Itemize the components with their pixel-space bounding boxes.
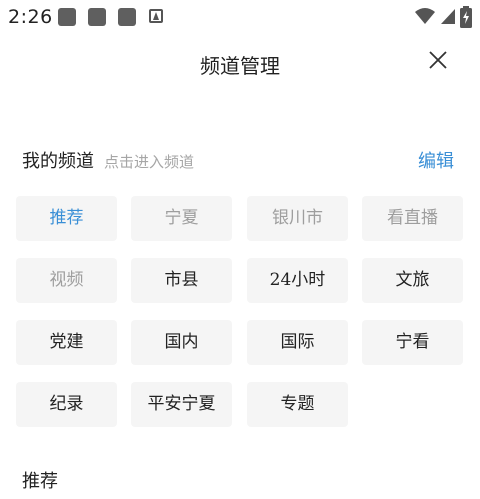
channel-chip[interactable]: 文旅 (362, 258, 463, 303)
my-channels-header: 我的频道 点击进入频道 编辑 (22, 147, 458, 173)
channel-chip[interactable]: 视频 (16, 258, 117, 303)
channel-chip[interactable]: 专题 (247, 382, 348, 427)
accessibility-notification-icon (149, 9, 163, 23)
status-bar: 2:26 (0, 0, 480, 34)
close-icon (429, 51, 447, 69)
page-header: 频道管理 (0, 40, 480, 84)
channel-chip[interactable]: 看直播 (362, 196, 463, 241)
cellular-signal-icon (441, 9, 455, 24)
channel-chip[interactable]: 推荐 (16, 196, 117, 241)
app-notification-icon (58, 8, 76, 26)
channel-chip[interactable]: 宁看 (362, 320, 463, 365)
channel-chip[interactable]: 宁夏 (131, 196, 232, 241)
my-channels-hint: 点击进入频道 (104, 153, 195, 171)
channel-chip[interactable]: 24小时 (247, 258, 348, 303)
recommended-section-title: 推荐 (22, 471, 58, 492)
my-channels-title: 我的频道 (22, 151, 94, 172)
channel-chip[interactable]: 银川市 (247, 196, 348, 241)
channel-chip[interactable]: 纪录 (16, 382, 117, 427)
channel-chip[interactable]: 党建 (16, 320, 117, 365)
channel-chip[interactable]: 国内 (131, 320, 232, 365)
page-title: 频道管理 (200, 54, 280, 78)
channel-chip[interactable]: 国际 (247, 320, 348, 365)
close-button[interactable] (426, 48, 450, 72)
wifi-icon (415, 8, 435, 24)
channel-chip[interactable]: 市县 (131, 258, 232, 303)
channel-chip[interactable]: 平安宁夏 (131, 382, 232, 427)
app-notification-icon (88, 8, 106, 26)
status-time: 2:26 (8, 6, 53, 28)
system-icons (411, 6, 472, 28)
app-notification-icon (118, 8, 136, 26)
edit-button[interactable]: 编辑 (418, 147, 454, 173)
battery-charging-icon (460, 6, 472, 28)
